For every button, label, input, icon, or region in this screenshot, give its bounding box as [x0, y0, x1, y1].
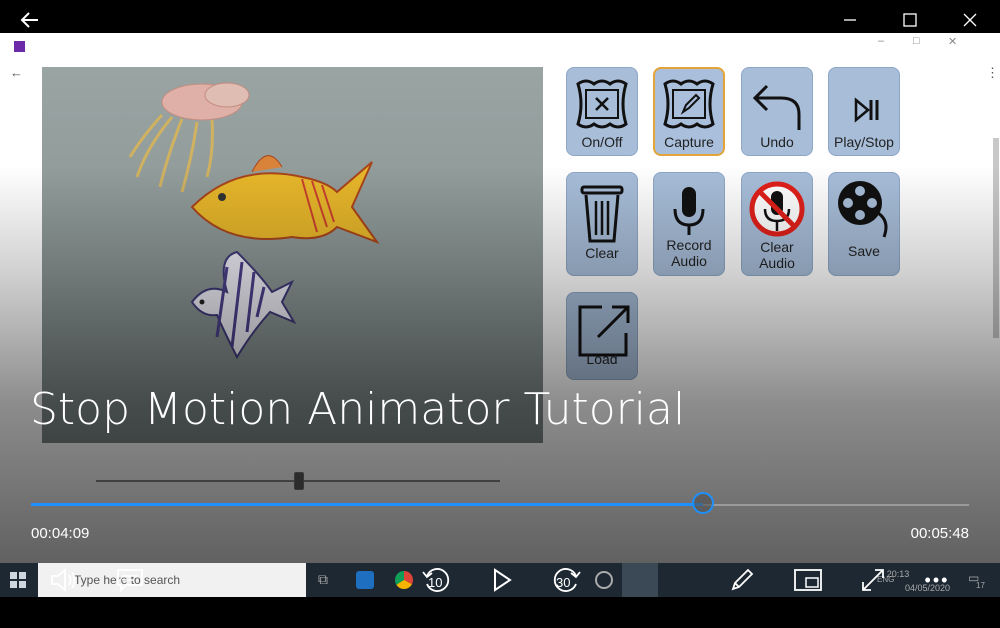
angelfish-cutout: [190, 250, 297, 360]
capture-label: Capture: [664, 134, 714, 150]
jellyfish-cutout: [128, 82, 250, 193]
more-options-button[interactable]: •••: [922, 563, 952, 597]
save-label: Save: [848, 243, 880, 259]
play-stop-button[interactable]: Play/Stop: [828, 67, 900, 156]
fullscreen-icon: [862, 569, 884, 591]
film-reel-icon: [838, 181, 888, 238]
save-button[interactable]: Save: [828, 172, 900, 276]
back-arrow-icon: [20, 12, 38, 28]
volume-button[interactable]: [48, 563, 82, 597]
frame-x-icon: [576, 79, 628, 129]
play-pause-icon: [854, 97, 879, 123]
clear-button[interactable]: Clear: [566, 172, 638, 276]
record-audio-label: Record Audio: [666, 237, 712, 269]
clear-label: Clear: [585, 245, 619, 261]
background-browser-right: ⋮: [973, 33, 1000, 563]
app-minimize-icon[interactable]: ‒: [878, 35, 884, 47]
seek-bar-thumb[interactable]: [691, 492, 714, 514]
task-view-icon[interactable]: ⧉: [318, 571, 328, 588]
undo-button[interactable]: Undo: [741, 67, 813, 156]
on-off-button[interactable]: On/Off: [566, 67, 638, 156]
external-link-icon: [578, 305, 630, 357]
app-window-controls: ‒ □ ✕: [873, 35, 973, 49]
fullscreen-button[interactable]: [858, 563, 888, 597]
clear-audio-button[interactable]: Clear Audio: [741, 172, 813, 276]
player-bottom-strip: [0, 597, 1000, 628]
outlook-icon[interactable]: [356, 571, 374, 589]
speed-fast-label: Fast: [514, 470, 551, 491]
microphone-off-icon: [749, 181, 805, 237]
chrome-icon[interactable]: [395, 571, 413, 589]
elapsed-time: 00:04:09: [31, 525, 90, 542]
minimize-icon: [844, 19, 856, 21]
more-dots-icon: •••: [924, 569, 950, 590]
app-maximize-icon[interactable]: □: [913, 35, 920, 47]
total-time: 00:05:48: [910, 525, 969, 542]
pen-icon: [731, 568, 754, 591]
taskbar-active-app[interactable]: [622, 563, 658, 597]
mini-view-button[interactable]: [792, 563, 824, 597]
background-browser-left: ←: [0, 33, 28, 563]
captions-button[interactable]: [114, 563, 146, 597]
captions-icon: [117, 569, 143, 592]
maximize-icon: [903, 13, 917, 27]
play-icon: [494, 568, 512, 592]
on-off-label: On/Off: [581, 134, 623, 150]
taskbar-app-icon[interactable]: [595, 571, 613, 589]
draw-button[interactable]: [727, 563, 757, 597]
capture-button[interactable]: Capture: [653, 67, 725, 156]
app-close-icon[interactable]: ✕: [948, 35, 957, 48]
close-icon: [963, 13, 977, 27]
skip-forward-button[interactable]: 30: [549, 563, 583, 597]
skip-back-label: 10: [428, 575, 443, 590]
clear-audio-label: Clear Audio: [759, 239, 795, 271]
browser-tab-favicon: [14, 41, 25, 52]
load-button[interactable]: Load: [566, 292, 638, 380]
undo-label: Undo: [760, 134, 794, 150]
volume-icon: [51, 568, 76, 592]
record-audio-button[interactable]: Record Audio: [653, 172, 725, 276]
browser-menu-icon[interactable]: ⋮: [986, 65, 999, 81]
seek-bar-progress: [31, 503, 703, 506]
frame-pencil-icon: [663, 79, 715, 129]
play-stop-label: Play/Stop: [834, 134, 894, 150]
microphone-icon: [673, 187, 705, 235]
play-button[interactable]: [488, 563, 516, 597]
notification-count: 17: [976, 581, 985, 590]
browser-scrollbar[interactable]: [993, 138, 999, 338]
start-icon[interactable]: [10, 572, 26, 593]
browser-back-icon[interactable]: ←: [10, 65, 23, 80]
trash-icon: [580, 185, 624, 243]
load-label: Load: [586, 351, 618, 367]
undo-arrow-icon: [752, 84, 801, 130]
speed-slider-thumb[interactable]: [294, 472, 304, 490]
video-title: Stop Motion Animator Tutorial: [30, 384, 686, 435]
speed-slow-label: Slow: [42, 470, 84, 491]
skip-back-button[interactable]: 10: [420, 563, 454, 597]
yellow-fish-cutout: [190, 155, 380, 245]
mini-view-icon: [794, 569, 822, 591]
skip-forward-label: 30: [556, 575, 571, 590]
